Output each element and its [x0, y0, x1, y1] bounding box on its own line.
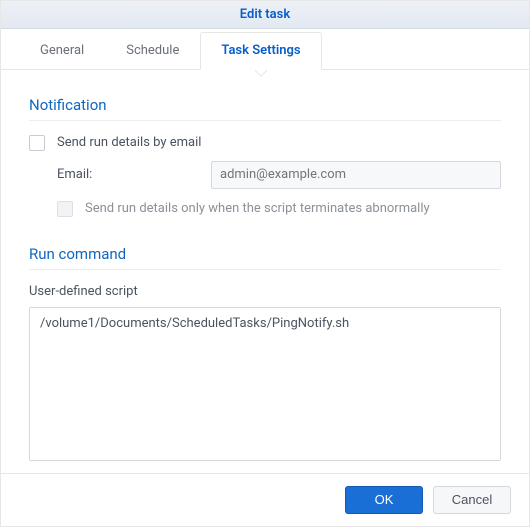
- row-send-details: Send run details by email: [29, 135, 501, 151]
- divider: [29, 269, 501, 270]
- section-heading-notification: Notification: [29, 96, 501, 114]
- tab-label: Task Settings: [221, 43, 300, 58]
- button-label: OK: [375, 492, 394, 507]
- tab-label: General: [40, 43, 84, 58]
- checkbox-send-details[interactable]: [29, 135, 45, 151]
- input-email[interactable]: [211, 161, 501, 189]
- checkbox-send-details-label: Send run details by email: [57, 135, 201, 150]
- tab-label: Schedule: [126, 43, 179, 58]
- tab-task-settings[interactable]: Task Settings: [200, 32, 321, 70]
- ok-button[interactable]: OK: [345, 486, 423, 514]
- section-heading-run-command: Run command: [29, 245, 501, 263]
- dialog-body: Notification Send run details by email E…: [1, 70, 529, 473]
- checkbox-only-abnormal[interactable]: [57, 201, 73, 217]
- tab-general[interactable]: General: [19, 32, 105, 69]
- label-user-script: User-defined script: [29, 284, 501, 299]
- row-email: Email:: [57, 161, 501, 189]
- checkbox-only-abnormal-label: Send run details only when the script te…: [85, 201, 430, 216]
- tab-schedule[interactable]: Schedule: [105, 32, 200, 69]
- cancel-button[interactable]: Cancel: [433, 486, 511, 514]
- row-only-abnormal: Send run details only when the script te…: [57, 201, 501, 217]
- dialog-title-text: Edit task: [240, 7, 290, 22]
- label-email: Email:: [57, 167, 211, 182]
- dialog-footer: OK Cancel: [1, 473, 529, 526]
- edit-task-dialog: Edit task General Schedule Task Settings…: [0, 0, 530, 527]
- textarea-user-script[interactable]: [29, 307, 501, 461]
- divider: [29, 120, 501, 121]
- dialog-title: Edit task: [1, 1, 529, 29]
- button-label: Cancel: [452, 492, 492, 507]
- tab-bar: General Schedule Task Settings: [1, 29, 529, 70]
